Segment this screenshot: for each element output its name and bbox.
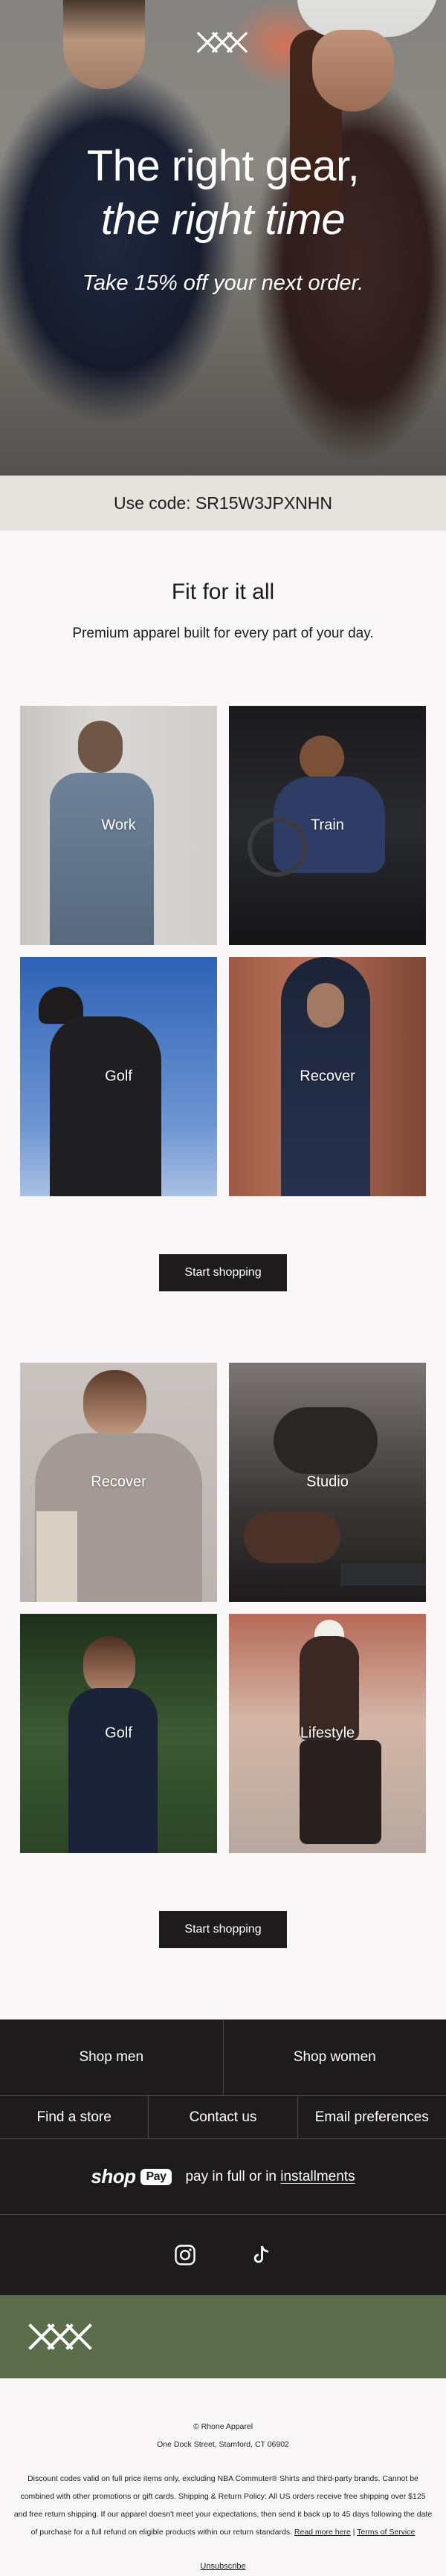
category-label: Golf bbox=[105, 1068, 132, 1085]
category-grid-2: Recover Studio Golf Lifestyle bbox=[0, 1363, 446, 1853]
category-tile-lifestyle[interactable]: Lifestyle bbox=[229, 1614, 426, 1853]
shop-pay-row[interactable]: shop Pay pay in full or in installments bbox=[0, 2139, 446, 2215]
email-preferences-link[interactable]: Email preferences bbox=[297, 2096, 446, 2138]
cta-wrap-2: Start shopping bbox=[0, 1911, 446, 1948]
rhone-logo-icon[interactable] bbox=[28, 2323, 94, 2351]
category-tile-train[interactable]: Train bbox=[229, 706, 426, 945]
brand-band bbox=[0, 2295, 446, 2378]
social-row bbox=[0, 2215, 446, 2295]
unsubscribe-wrap: Unsubscribe bbox=[0, 2557, 446, 2575]
model-body bbox=[274, 1407, 378, 1474]
model-leggings bbox=[300, 1740, 381, 1844]
category-tile-recover[interactable]: Recover bbox=[20, 1363, 217, 1602]
category-label: Recover bbox=[300, 1068, 355, 1085]
cta-wrap-1: Start shopping bbox=[0, 1254, 446, 1291]
category-label: Lifestyle bbox=[300, 1725, 355, 1742]
shop-pay-text: pay in full or in installments bbox=[185, 2169, 355, 2185]
category-label: Recover bbox=[91, 1473, 146, 1490]
model-shirt bbox=[50, 773, 154, 945]
model-dress bbox=[68, 1688, 158, 1853]
category-label: Work bbox=[101, 817, 136, 834]
find-store-link[interactable]: Find a store bbox=[0, 2096, 148, 2138]
shop-pay-logo: shop Pay bbox=[91, 2165, 172, 2188]
category-label: Golf bbox=[105, 1725, 132, 1742]
hero-banner[interactable]: The right gear, the right time Take 15% … bbox=[0, 0, 446, 476]
shop-pay-pill: Pay bbox=[140, 2168, 172, 2185]
installments-link[interactable]: installments bbox=[280, 2169, 355, 2184]
hero-subtitle: Take 15% off your next order. bbox=[82, 271, 364, 295]
promo-code-bar: Use code: SR15W3JPXNHN bbox=[0, 476, 446, 531]
rhone-logo-icon[interactable] bbox=[196, 31, 250, 53]
category-tile-work[interactable]: Work bbox=[20, 706, 217, 945]
shop-men-link[interactable]: Shop men bbox=[0, 2019, 223, 2095]
model-shirt bbox=[50, 1016, 161, 1196]
model-face bbox=[307, 983, 344, 1028]
category-label: Train bbox=[311, 817, 344, 834]
category-tile-golf[interactable]: Golf bbox=[20, 957, 217, 1196]
shop-women-link[interactable]: Shop women bbox=[222, 2019, 446, 2095]
shop-row: Shop men Shop women bbox=[0, 2019, 446, 2096]
shop-pay-word: shop bbox=[91, 2165, 136, 2187]
company-address: One Dock Street, Stamford, CT 06902 bbox=[157, 2440, 289, 2449]
hero-title: The right gear, the right time bbox=[0, 140, 446, 247]
category-label: Studio bbox=[306, 1473, 349, 1490]
read-more-link[interactable]: Read more here bbox=[294, 2528, 351, 2537]
hero-title-line2: the right time bbox=[100, 195, 346, 244]
contact-us-link[interactable]: Contact us bbox=[148, 2096, 297, 2138]
model-head bbox=[83, 1636, 135, 1696]
category-tile-studio[interactable]: Studio bbox=[229, 1363, 426, 1602]
separator: | bbox=[350, 2528, 358, 2537]
model-head bbox=[78, 721, 123, 773]
reformer bbox=[340, 1563, 426, 1586]
legal-footer: © Rhone Apparel One Dock Street, Stamfor… bbox=[0, 2378, 446, 2575]
instagram-icon[interactable] bbox=[174, 2244, 196, 2266]
terms-of-service-link[interactable]: Terms of Service bbox=[357, 2528, 415, 2537]
start-shopping-button[interactable]: Start shopping bbox=[159, 1911, 287, 1948]
pay-text-label: pay in full or in bbox=[185, 2168, 277, 2184]
company-name: © Rhone Apparel bbox=[193, 2422, 253, 2431]
section-subtitle: Premium apparel built for every part of … bbox=[72, 626, 374, 641]
tiktok-icon[interactable] bbox=[250, 2244, 272, 2266]
model-head bbox=[83, 1370, 146, 1437]
start-shopping-button[interactable]: Start shopping bbox=[159, 1254, 287, 1291]
legal-disclaimer: Discount codes valid on full price items… bbox=[0, 2470, 446, 2541]
unsubscribe-link[interactable]: Unsubscribe bbox=[200, 2562, 245, 2571]
category-tile-golf[interactable]: Golf bbox=[20, 1614, 217, 1853]
tote-bag bbox=[36, 1511, 77, 1602]
model-hair bbox=[244, 1511, 340, 1563]
category-grid-1: Work Train Golf Recover bbox=[0, 706, 446, 1196]
model-head bbox=[300, 736, 344, 780]
promo-code-text: Use code: SR15W3JPXNHN bbox=[114, 493, 332, 513]
section-title: Fit for it all bbox=[171, 580, 275, 604]
footer-nav: Shop men Shop women Find a store Contact… bbox=[0, 2019, 446, 2295]
links-row: Find a store Contact us Email preference… bbox=[0, 2096, 446, 2139]
category-tile-recover[interactable]: Recover bbox=[229, 957, 426, 1196]
section-header: Fit for it all Premium apparel built for… bbox=[0, 531, 446, 642]
hero-title-line1: The right gear, bbox=[86, 142, 360, 190]
